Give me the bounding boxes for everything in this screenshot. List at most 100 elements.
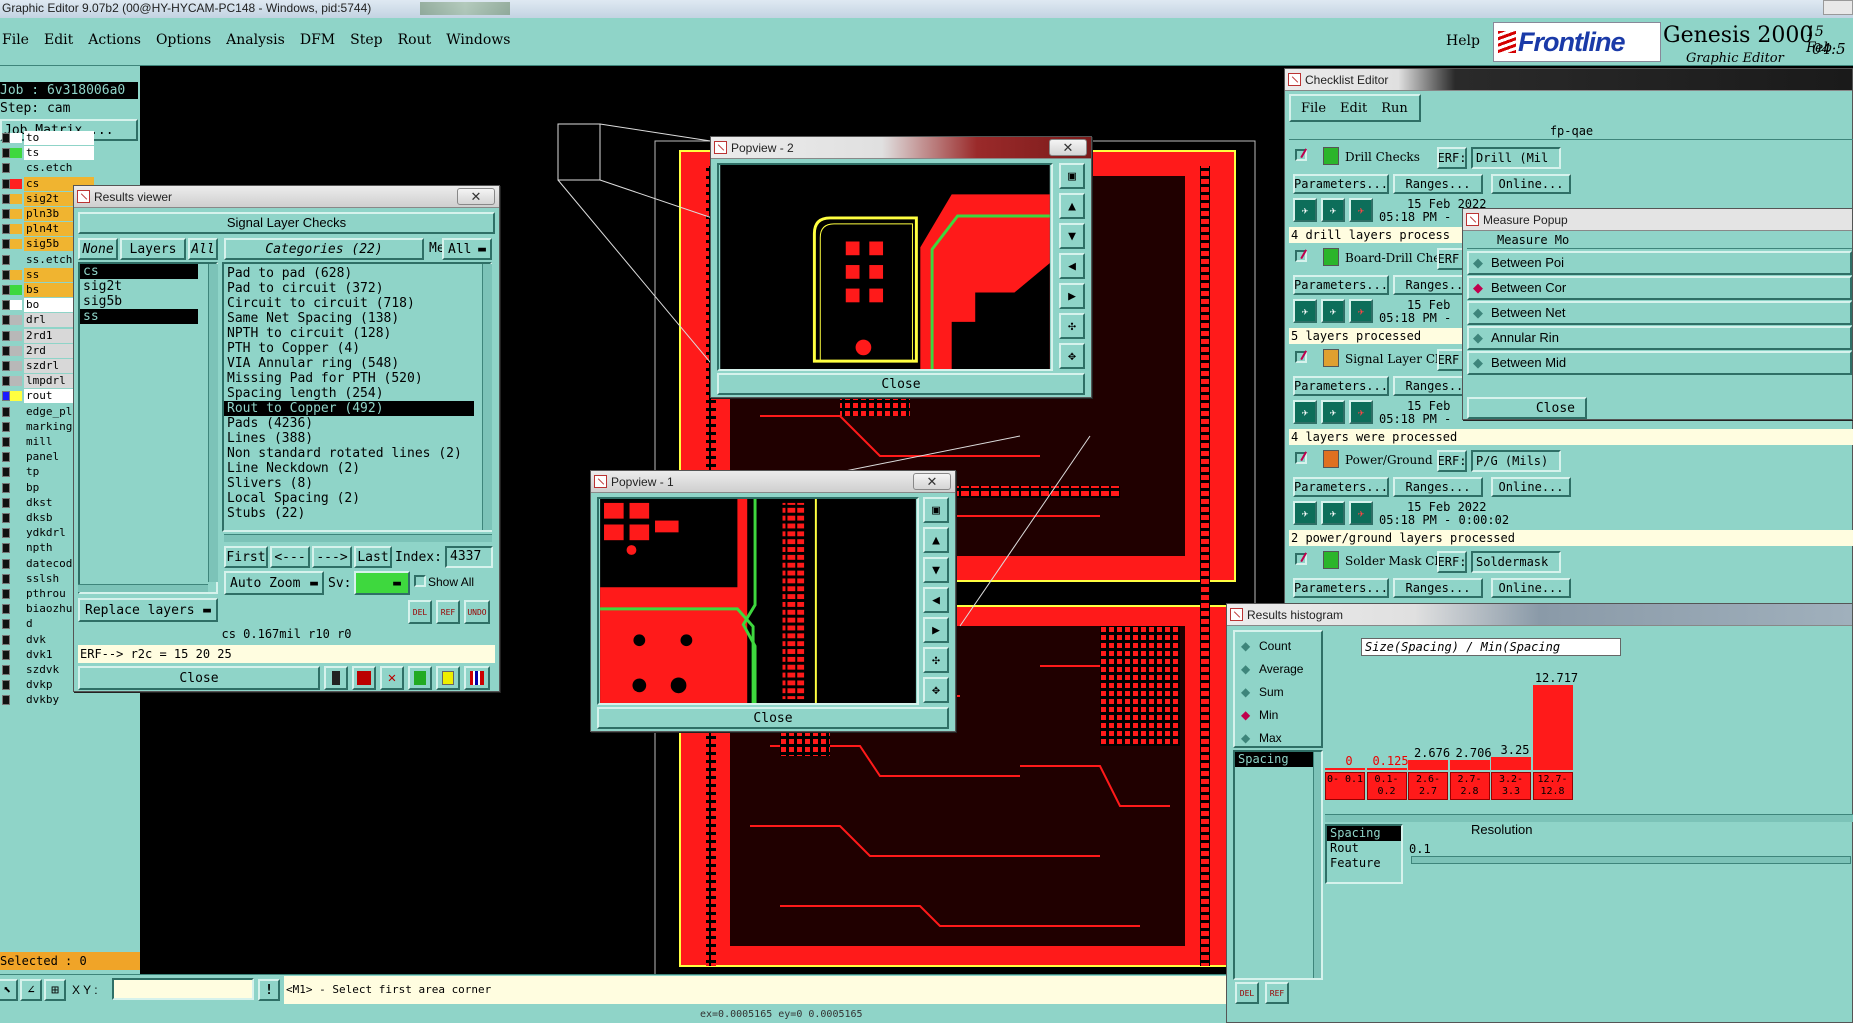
del-button[interactable]: DEL <box>408 600 432 624</box>
histogram-ref-button[interactable]: REF <box>1265 982 1289 1004</box>
erf-field[interactable]: Soldermask <box>1471 551 1561 573</box>
parameters-button[interactable]: Parameters... <box>1293 174 1389 194</box>
xy-input[interactable] <box>112 978 254 1000</box>
measure-option[interactable]: ◆ Between Net <box>1467 301 1852 325</box>
pan-left-icon[interactable]: ◀ <box>1059 253 1085 279</box>
cancel-icon[interactable]: ✕ <box>380 666 404 690</box>
category-item[interactable]: Spacing length (254) <box>224 386 474 401</box>
ranges-button[interactable]: Ranges... <box>1393 174 1483 194</box>
ranges-button[interactable]: Ranges... <box>1393 578 1483 598</box>
checklist-item-checkbox[interactable] <box>1295 351 1307 363</box>
zoom-fit-icon[interactable]: ▣ <box>923 497 949 523</box>
layer-checkbox[interactable] <box>2 421 10 432</box>
category-item[interactable]: Line Neckdown (2) <box>224 461 474 476</box>
parameters-button[interactable]: Parameters... <box>1293 578 1389 598</box>
layer-checkbox[interactable] <box>2 330 10 341</box>
layer-checkbox[interactable] <box>2 193 10 204</box>
run-icon[interactable]: ✈ <box>1293 400 1317 424</box>
layer-checkbox[interactable] <box>2 589 10 599</box>
online-button[interactable]: Online... <box>1491 578 1571 598</box>
category-item[interactable]: Local Spacing (2) <box>224 491 474 506</box>
category-item[interactable]: Missing Pad for PTH (520) <box>224 371 474 386</box>
run-error-icon[interactable]: ✈ <box>1349 501 1373 525</box>
pan-up-icon[interactable]: ▲ <box>1059 193 1085 219</box>
run-all-icon[interactable]: ✈ <box>1321 198 1345 222</box>
category-item[interactable]: Circuit to circuit (718) <box>224 296 474 311</box>
pan-right-icon[interactable]: ▶ <box>1059 283 1085 309</box>
menu-actions[interactable]: Actions <box>88 32 141 52</box>
pan-left-icon[interactable]: ◀ <box>923 587 949 613</box>
zoom-out-icon[interactable]: ✥ <box>923 677 949 703</box>
checklist-item-name[interactable]: Board-Drill Che <box>1345 251 1437 265</box>
popview-1-close-button[interactable]: Close <box>597 707 949 729</box>
histogram-field-item[interactable]: Spacing <box>1235 752 1321 767</box>
index-input[interactable]: 4337 <box>445 546 493 568</box>
layer-checkbox[interactable] <box>2 361 10 371</box>
layer-checkbox[interactable] <box>2 695 10 706</box>
menu-rout[interactable]: Rout <box>398 32 432 52</box>
checklist-item-checkbox[interactable] <box>1295 250 1307 262</box>
layer-checkbox[interactable] <box>2 315 10 326</box>
prev-button[interactable]: <--- <box>270 546 310 568</box>
histogram-group-rout[interactable]: Rout <box>1327 841 1401 856</box>
menu-step[interactable]: Step <box>350 32 382 52</box>
run-icon[interactable]: ✈ <box>1293 198 1317 222</box>
measure-option[interactable]: ◆ Between Mid <box>1467 351 1852 375</box>
category-item[interactable]: VIA Annular ring (548) <box>224 356 474 371</box>
layer-checkbox[interactable] <box>2 391 10 402</box>
layer-checkbox[interactable] <box>2 239 10 250</box>
histogram-hscrollbar[interactable] <box>1325 814 1853 822</box>
all-button[interactable]: All <box>188 238 218 260</box>
notes-icon[interactable] <box>436 666 460 690</box>
layer-checkbox[interactable] <box>2 163 10 174</box>
categories-list[interactable]: Pad to pad (628) Pad to circuit (372) Circ… <box>222 262 492 532</box>
categories-hscrollbar[interactable] <box>224 534 492 542</box>
category-item[interactable]: Stubs (22) <box>224 506 474 521</box>
category-item[interactable]: Same Net Spacing (138) <box>224 311 474 326</box>
parameters-button[interactable]: Parameters... <box>1293 376 1389 396</box>
layer-checkbox[interactable] <box>2 285 10 295</box>
menu-options[interactable]: Options <box>156 32 211 52</box>
run-icon[interactable]: ✈ <box>1293 501 1317 525</box>
histogram-group-feature[interactable]: Feature <box>1327 856 1401 871</box>
run-all-icon[interactable]: ✈ <box>1321 501 1345 525</box>
layer-checkbox[interactable] <box>2 376 10 387</box>
category-item[interactable]: Non standard rotated lines (2) <box>224 446 474 461</box>
last-button[interactable]: Last <box>354 546 392 568</box>
parameters-button[interactable]: Parameters... <box>1293 477 1389 497</box>
layers-hscrollbar[interactable] <box>78 584 208 592</box>
category-item[interactable]: Pads (4236) <box>224 416 474 431</box>
measure-option[interactable]: ◆ Annular Rin <box>1467 326 1852 350</box>
layer-row[interactable]: to <box>0 131 120 145</box>
stop-icon[interactable] <box>352 666 376 690</box>
layer-checkbox[interactable] <box>2 437 10 447</box>
run-error-icon[interactable]: ✈ <box>1349 299 1373 323</box>
layer-checkbox[interactable] <box>2 619 10 630</box>
category-item[interactable]: Rout to Copper (492) <box>224 401 474 416</box>
menu-file[interactable]: File <box>2 32 29 52</box>
report-icon[interactable] <box>408 666 432 690</box>
layer-checkbox[interactable] <box>2 665 10 675</box>
pan-down-icon[interactable]: ▼ <box>923 557 949 583</box>
histogram-bar[interactable] <box>1532 685 1573 770</box>
category-item[interactable]: Pad to pad (628) <box>224 266 474 281</box>
close-icon[interactable]: ✕ <box>1049 139 1087 156</box>
chart-icon[interactable] <box>324 666 348 690</box>
histogram-list-scrollbar[interactable] <box>1313 752 1321 978</box>
zoom-in-icon[interactable]: ✣ <box>923 647 949 673</box>
layer-checkbox[interactable] <box>2 634 10 645</box>
layer-list-item[interactable]: sig2t <box>80 279 198 294</box>
layer-checkbox[interactable] <box>2 209 10 219</box>
layer-checkbox[interactable] <box>2 528 10 539</box>
measure-close-button[interactable]: Close <box>1467 397 1587 419</box>
zoom-in-icon[interactable]: ✣ <box>1059 313 1085 339</box>
popview-2-canvas[interactable] <box>717 163 1053 371</box>
layer-checkbox[interactable] <box>2 148 10 159</box>
layer-checkbox[interactable] <box>2 133 10 143</box>
layers-list[interactable]: cs sig2t sig5b ss <box>78 262 218 594</box>
measure-option[interactable]: ◆ Between Poi <box>1467 251 1852 275</box>
show-all-checkbox[interactable] <box>414 575 426 587</box>
results-close-button[interactable]: Close <box>78 666 320 690</box>
histogram-group-list[interactable]: Spacing Rout Feature <box>1325 824 1403 884</box>
layer-checkbox[interactable] <box>2 573 10 584</box>
